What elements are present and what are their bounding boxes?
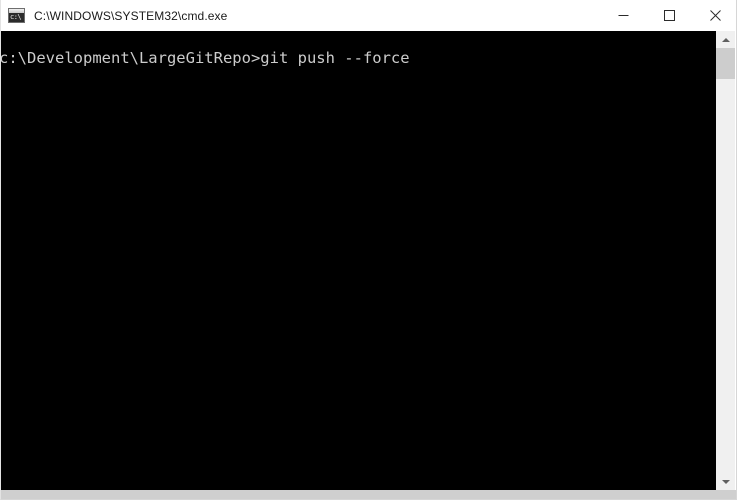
minimize-button[interactable] xyxy=(600,0,646,31)
scroll-down-button[interactable] xyxy=(716,473,735,490)
window-bottom-border xyxy=(1,490,736,499)
console-prompt-line: c:\Development\LargeGitRepo>git push --f… xyxy=(1,49,410,67)
close-button[interactable] xyxy=(692,0,736,31)
close-icon xyxy=(709,10,721,21)
scroll-down-arrow-icon xyxy=(721,479,730,484)
console-scrollbar[interactable] xyxy=(716,31,735,490)
scrollbar-track[interactable] xyxy=(716,48,735,473)
minimize-icon xyxy=(618,15,628,16)
scroll-up-arrow-icon xyxy=(721,37,730,42)
caption-button-group xyxy=(600,0,736,31)
cmd-window: c:\ C:\WINDOWS\SYSTEM32\cmd.exe c:\Devel… xyxy=(0,0,737,500)
console-output-area[interactable]: c:\Development\LargeGitRepo>git push --f… xyxy=(1,31,717,490)
title-bar[interactable]: c:\ C:\WINDOWS\SYSTEM32\cmd.exe xyxy=(1,0,736,31)
cmd-console-icon[interactable]: c:\ xyxy=(8,8,25,23)
window-title: C:\WINDOWS\SYSTEM32\cmd.exe xyxy=(34,8,228,23)
cmd-icon-prompt-text: c:\ xyxy=(10,13,22,21)
scroll-up-button[interactable] xyxy=(716,31,735,48)
maximize-icon xyxy=(663,10,675,21)
maximize-button[interactable] xyxy=(646,0,692,31)
scrollbar-thumb[interactable] xyxy=(716,48,735,79)
